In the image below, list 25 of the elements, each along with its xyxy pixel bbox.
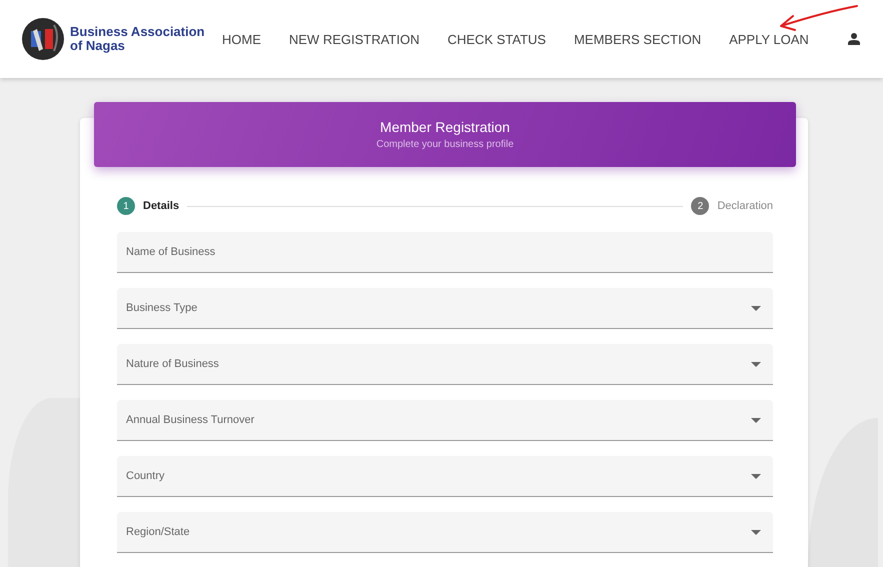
logo-icon [21, 17, 65, 61]
nav-link[interactable]: CHECK STATUS [447, 32, 546, 46]
brand-name[interactable]: Business Association of Nagas [70, 25, 205, 53]
caret-icon [751, 306, 761, 311]
card-title: Member Registration [380, 119, 510, 135]
dropdown-field[interactable]: Business Type [117, 288, 773, 329]
step-number[interactable]: 2 [691, 197, 710, 215]
caret-icon [751, 362, 761, 367]
dropdown-field[interactable]: Country [117, 456, 773, 497]
caret-icon [751, 418, 761, 423]
nav-link[interactable]: NEW REGISTRATION [289, 32, 420, 46]
caret-icon [751, 530, 761, 535]
nav-link[interactable]: MEMBERS SECTION [574, 32, 702, 46]
dropdown-field[interactable]: Annual Business Turnover [117, 400, 773, 441]
step-number[interactable]: 1 [117, 197, 135, 215]
step-label[interactable]: Declaration [717, 200, 773, 212]
input-field[interactable]: Name of Business [117, 232, 773, 273]
step-label[interactable]: Details [143, 200, 180, 212]
dropdown-field[interactable]: Nature of Business [117, 344, 773, 385]
card-subtitle: Complete your business profile [376, 139, 514, 150]
user-icon[interactable] [848, 33, 860, 45]
dropdown-field[interactable]: Region/State [117, 512, 773, 553]
nav-link[interactable]: APPLY LOAN [729, 32, 809, 46]
nav-link[interactable]: HOME [222, 32, 261, 46]
caret-icon [751, 474, 761, 479]
